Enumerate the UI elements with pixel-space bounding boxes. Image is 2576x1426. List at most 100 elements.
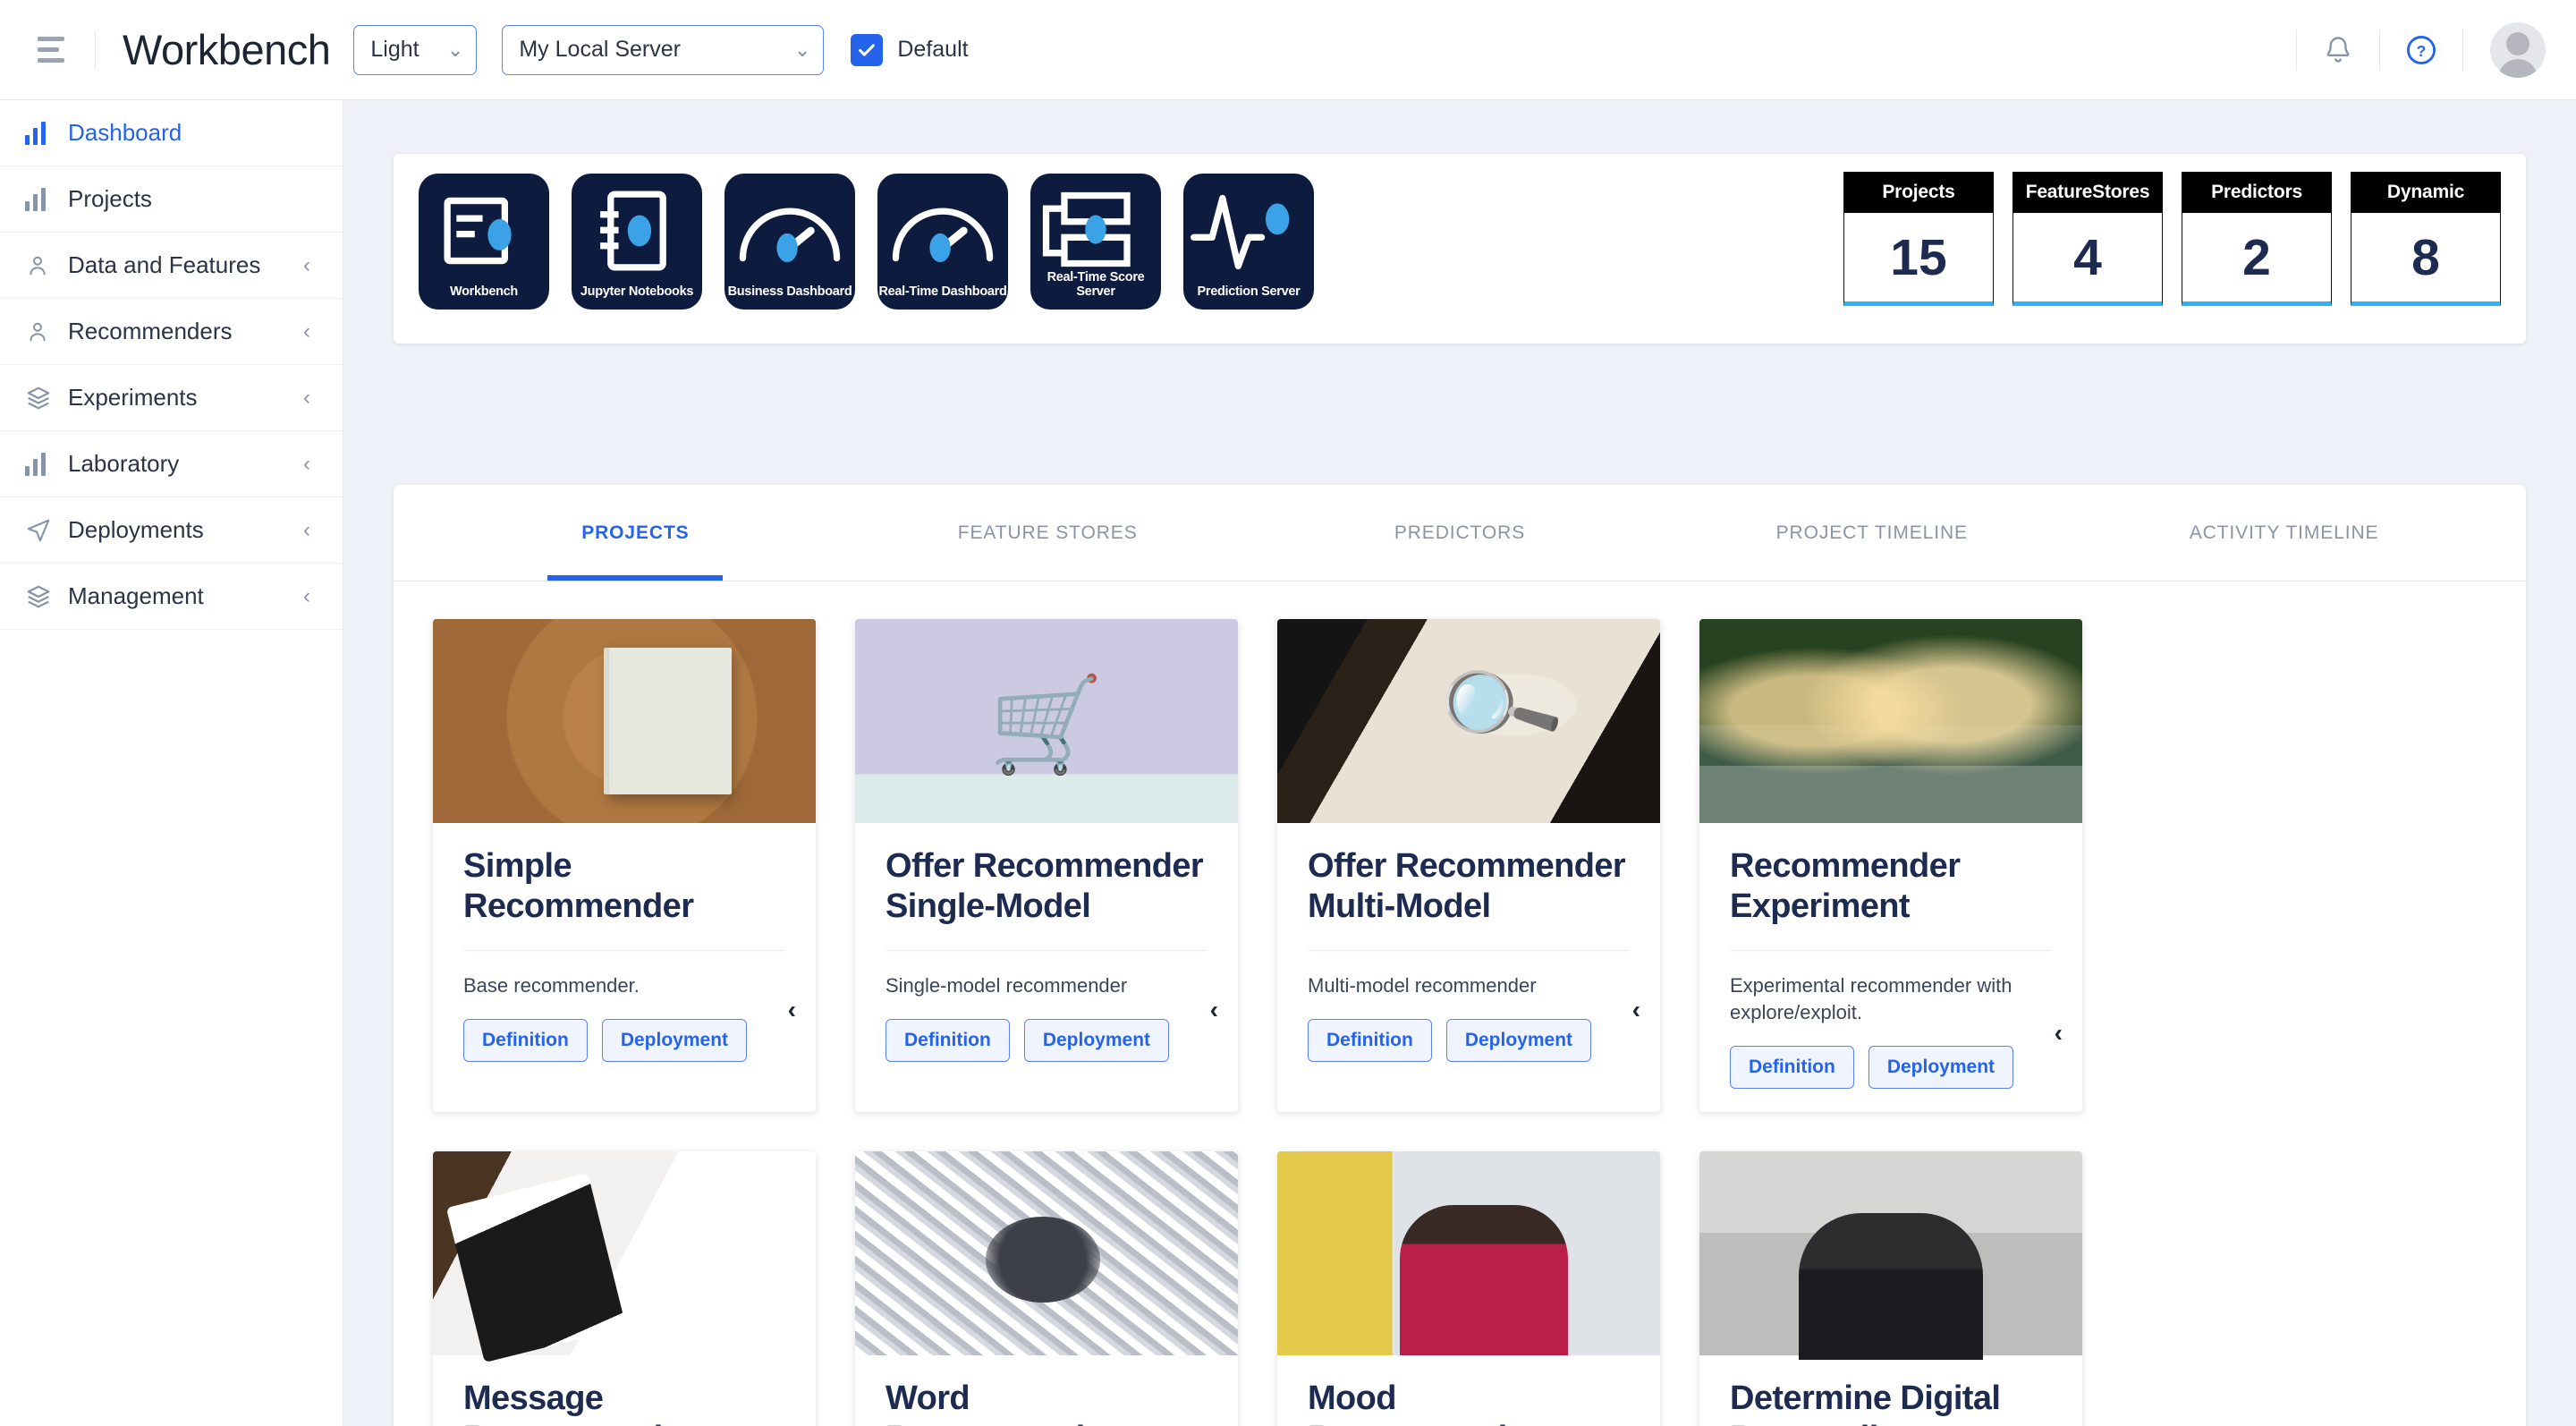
definition-button[interactable]: Definition (1308, 1019, 1432, 1063)
pulse-art-icon (1191, 194, 1290, 270)
project-card[interactable]: Offer Recommender Single-Model Single-mod… (855, 619, 1238, 1113)
app-tile-label: Business Dashboard (727, 284, 852, 299)
top-bar: Workbench Light ⌄ My Local Server ⌄ Defa… (0, 0, 2576, 100)
chevron-left-icon[interactable]: ‹ (303, 453, 310, 475)
definition-button[interactable]: Definition (1730, 1046, 1854, 1090)
sidebar-item-projects[interactable]: Projects (0, 166, 343, 233)
project-card-image (1699, 1151, 2082, 1360)
chevron-down-icon: ⌄ (446, 38, 464, 61)
app-tile-art (724, 190, 855, 272)
sidebar-item-label: Recommenders (68, 318, 233, 344)
tab-projects[interactable]: PROJECTS (429, 485, 842, 581)
help-circle-icon: ? (2407, 35, 2436, 64)
definition-button[interactable]: Definition (463, 1019, 588, 1063)
project-card[interactable]: Determine Digital Personality (1699, 1151, 2082, 1426)
chevron-left-icon[interactable]: ‹ (303, 320, 310, 343)
definition-button[interactable]: Definition (886, 1019, 1010, 1063)
project-card[interactable]: Mood Recommender (1277, 1151, 1660, 1426)
app-tile-box: Business Dashboard (724, 174, 855, 310)
main-content: Workbench Jupyter Notebooks Business Dashb… (343, 100, 2576, 1426)
notifications-button[interactable] (2297, 34, 2379, 66)
app-tile-real-time-score-server[interactable]: Real-Time Score Server (1030, 174, 1161, 310)
bar-chart-icon (25, 187, 68, 211)
app-tile-label: Prediction Server (1197, 284, 1301, 299)
app-tile-art (877, 190, 1008, 272)
project-card[interactable]: Simple Recommender Base recommender. ‹ Defi… (433, 619, 816, 1113)
chevron-left-icon[interactable]: ‹ (303, 254, 310, 276)
chevron-left-icon[interactable]: ‹ (303, 519, 310, 541)
sidebar-item-dashboard[interactable]: Dashboard (0, 100, 343, 166)
project-card-title: Determine Digital Personality (1730, 1379, 2001, 1426)
app-tile-prediction-server[interactable]: Prediction Server (1183, 174, 1314, 310)
sidebar-item-experiments[interactable]: Experiments ‹ (0, 365, 343, 431)
chevron-left-icon[interactable]: ‹ (303, 386, 310, 409)
server-select-value: My Local Server (519, 37, 681, 62)
sidebar-item-recommenders[interactable]: Recommenders ‹ (0, 299, 343, 365)
deployment-button[interactable]: Deployment (1023, 1019, 1170, 1063)
bar-chart-icon (25, 121, 68, 145)
project-card[interactable]: Recommender Experiment Experimental recom… (1699, 619, 2082, 1113)
default-checkbox[interactable] (851, 33, 884, 66)
app-tile-art (572, 190, 702, 272)
project-card[interactable]: Word Recommender (855, 1151, 1238, 1426)
theme-select[interactable]: Light ⌄ (353, 24, 478, 75)
project-card[interactable]: Offer Recommender Multi-Model Multi-model… (1277, 619, 1660, 1113)
app-tile-label: Real-Time Score Server (1046, 270, 1145, 299)
app-tiles: Workbench Jupyter Notebooks Business Dashb… (419, 174, 1314, 310)
tab-feature-stores[interactable]: FEATURE STORES (842, 485, 1254, 581)
user-icon (30, 256, 46, 275)
avatar[interactable] (2490, 21, 2546, 78)
sidebar-item-management[interactable]: Management ‹ (0, 564, 343, 630)
send-icon (25, 517, 68, 544)
project-card-header: Mood Recommender (1277, 1355, 1660, 1426)
project-card-header: Recommender Experiment (1699, 823, 2082, 951)
server-select[interactable]: My Local Server ⌄ (502, 24, 825, 75)
deployment-button[interactable]: Deployment (601, 1019, 748, 1063)
chevron-left-icon[interactable]: ‹ (303, 585, 310, 607)
project-card[interactable]: Message RecommenderRecommend messages.‹D… (433, 1151, 816, 1426)
tab-predictors[interactable]: PREDICTORS (1254, 485, 1666, 581)
default-checkbox-label: Default (897, 37, 969, 62)
project-card-description: Base recommender. (463, 973, 640, 997)
gauge-art-icon (739, 208, 841, 263)
sidebar-item-label: Laboratory (68, 450, 180, 477)
tab-activity-timeline[interactable]: ACTIVITY TIMELINE (2078, 485, 2490, 581)
sidebar-item-label: Management (68, 582, 204, 609)
chevron-left-icon[interactable]: ‹ (1210, 997, 1218, 1023)
chevron-left-icon[interactable]: ‹ (2055, 1020, 2063, 1046)
menu-icon[interactable] (30, 30, 72, 71)
stat-card-predictors[interactable]: Predictors 2 (2182, 172, 2332, 306)
app-tile-business-dashboard[interactable]: Business Dashboard (724, 174, 855, 310)
default-checkbox-group[interactable]: Default (851, 33, 969, 66)
sidebar-item-laboratory[interactable]: Laboratory ‹ (0, 431, 343, 497)
stat-card-label: Dynamic (2351, 172, 2501, 213)
gauge-art-icon (892, 208, 994, 263)
project-card-title: Offer Recommender Single-Model (886, 847, 1204, 925)
app-tile-label: Jupyter Notebooks (580, 284, 694, 299)
stat-card-dynamic[interactable]: Dynamic 8 (2351, 172, 2501, 306)
deployment-button[interactable]: Deployment (1445, 1019, 1592, 1063)
stat-card-value: 2 (2182, 213, 2332, 306)
svg-text:?: ? (2417, 41, 2427, 59)
app-tile-box: Prediction Server (1183, 174, 1314, 310)
sidebar-item-deployments[interactable]: Deployments ‹ (0, 497, 343, 564)
deployment-button[interactable]: Deployment (1868, 1046, 2014, 1090)
app-tile-workbench[interactable]: Workbench (419, 174, 549, 310)
stat-card-featurestores[interactable]: FeatureStores 4 (2012, 172, 2163, 306)
sidebar-item-label: Projects (68, 185, 152, 212)
app-tile-real-time-dashboard[interactable]: Real-Time Dashboard (877, 174, 1008, 310)
help-button[interactable]: ? (2380, 33, 2462, 67)
sidebar-item-label: Dashboard (68, 119, 182, 146)
project-card-title: Word Recommender (886, 1379, 1116, 1426)
project-card-body: Multi-model recommender ‹ Definition Deploy… (1277, 951, 1660, 1085)
app-tile-jupyter-notebooks[interactable]: Jupyter Notebooks (572, 174, 702, 310)
stat-card-label: FeatureStores (2012, 172, 2163, 213)
project-card-description: Multi-model recommender (1308, 973, 1537, 997)
sidebar-item-data-and-features[interactable]: Data and Features ‹ (0, 233, 343, 299)
stat-card-projects[interactable]: Projects 15 (1843, 172, 1994, 306)
chevron-left-icon[interactable]: ‹ (788, 997, 796, 1023)
chevron-left-icon[interactable]: ‹ (1632, 997, 1640, 1023)
tab-project-timeline[interactable]: PROJECT TIMELINE (1665, 485, 2078, 581)
user-icon (25, 253, 68, 278)
sidebar: Dashboard Projects Data and Features ‹ Recom… (0, 100, 343, 1426)
